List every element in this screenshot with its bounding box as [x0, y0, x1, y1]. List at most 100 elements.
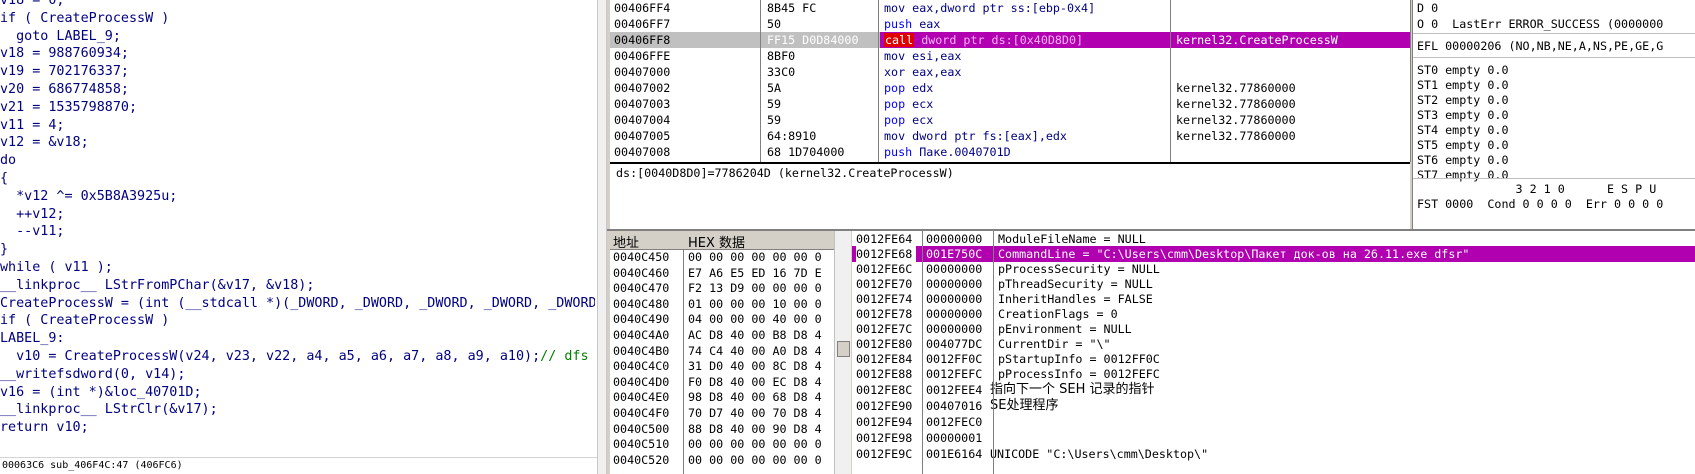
disasm-row[interactable]: 00406FFE 8BF0 mov esi,eax [610, 48, 1410, 64]
code-line[interactable]: } [0, 241, 595, 259]
code-line[interactable]: v18 = 988760934; [0, 45, 595, 63]
stack-row[interactable]: 0012FE70 00000000 pThreadSecurity = NULL [852, 276, 1695, 292]
code-text: v11 = 4; [0, 117, 65, 133]
dump-address: 0040C490 [613, 312, 670, 327]
disasm-mnemonic: call [884, 33, 915, 47]
code-line[interactable]: v10 = CreateProcessW(v24, v23, v22, a4, … [0, 348, 595, 366]
code-line[interactable]: { [0, 170, 595, 188]
dump-scrollbar[interactable] [834, 231, 851, 474]
register-line[interactable]: O 0 LastErr ERROR_SUCCESS (0000000 [1417, 16, 1663, 32]
code-line[interactable]: if ( CreateProcessW ) [0, 10, 595, 28]
stack-row[interactable]: 0012FE84 0012FF0C pStartupInfo = 0012FF0C [852, 351, 1695, 367]
stack-address: 0012FE9C [856, 447, 913, 461]
register-line[interactable]: EFL 00000206 (NO,NB,NE,A,NS,PE,GE,G [1417, 38, 1663, 54]
disasm-row[interactable]: 00406FF7 50 push eax [610, 16, 1410, 32]
dump-scrollbar-thumb[interactable] [837, 341, 850, 357]
code-line[interactable]: v16 = (int *)&loc_40701D; [0, 384, 595, 402]
dump-hex-bytes: 00 00 00 00 00 00 0 [688, 250, 822, 264]
code-line[interactable]: if ( CreateProcessW ) [0, 312, 595, 330]
register-line[interactable]: ST0 empty 0.0 [1417, 62, 1508, 78]
register-line[interactable]: FST 0000 Cond 0 0 0 0 Err 0 0 0 0 [1417, 196, 1663, 212]
stack-comment: InheritHandles = FALSE [998, 292, 1153, 306]
stack-row[interactable]: 0012FE64 00000000 ModuleFileName = NULL [852, 231, 1695, 247]
disasm-mnemonic: xor [884, 65, 906, 79]
code-line[interactable]: ++v12; [0, 206, 595, 224]
stack-comment: UNICODE "C:\Users\cmm\Desktop\" [990, 447, 1209, 461]
registers-pane[interactable]: D 0O 0 LastErr ERROR_SUCCESS (0000000 EFL… [1412, 0, 1695, 229]
disasm-row[interactable]: 00407004 59 pop ecx kernel32.77860000 [610, 112, 1410, 128]
disasm-row[interactable]: 00407008 68 1D704000 push Пакe.0040701D [610, 144, 1410, 160]
stack-value: 00000001 [926, 431, 983, 445]
stack-row[interactable]: 0012FE88 0012FEFC pProcessInfo = 0012FEFC [852, 366, 1695, 382]
dump-column-separator [683, 249, 684, 474]
register-line[interactable]: 3 2 1 0 E S P U [1417, 181, 1657, 197]
code-line[interactable]: --v11; [0, 223, 595, 241]
stack-row[interactable]: 0012FE9C 001E6164 UNICODE "C:\Users\cmm\De… [852, 446, 1695, 462]
stack-row[interactable]: 0012FE90 00407016 SE处理程序 [852, 398, 1695, 414]
register-line[interactable]: ST3 empty 0.0 [1417, 107, 1508, 123]
code-line[interactable]: while ( v11 ); [0, 259, 595, 277]
dump-address: 0040C4D0 [613, 374, 670, 389]
stack-comment: pProcessInfo = 0012FEFC [998, 367, 1160, 381]
disasm-address: 00407004 [614, 113, 671, 127]
code-text: __linkproc__ LStrFromPChar(&v17, &v18); [0, 277, 315, 293]
pseudocode-pane[interactable]: v18 = 0; if ( CreateProcessW ) goto LABEL… [0, 0, 597, 474]
disasm-bytes: 8B45 FC [767, 1, 817, 15]
code-line[interactable]: v19 = 702176337; [0, 63, 595, 81]
memory-dump-pane[interactable]: 地址 HEX 数据 0040C450 00 00 00 00 00 00 0 004… [610, 231, 850, 474]
code-line[interactable]: v12 = &v18; [0, 134, 595, 152]
register-separator [1413, 57, 1695, 58]
dump-hex-bytes: 01 00 00 00 10 00 0 [688, 296, 822, 311]
code-line[interactable]: v21 = 1535798870; [0, 99, 595, 117]
code-line[interactable]: __writefsdword(0, v14); [0, 366, 595, 384]
stack-address: 0012FE68 [856, 246, 917, 262]
disasm-mnemonic: pop [884, 113, 906, 127]
stack-row[interactable]: 0012FE8C 0012FEE4 指向下一个 SEH 记录的指针 [852, 382, 1695, 398]
disasm-bytes: 50 [767, 17, 782, 31]
code-text: return v10; [0, 420, 89, 436]
pane-splitter[interactable] [597, 0, 607, 474]
disasm-address: 00407002 [614, 81, 671, 95]
code-text: __writefsdword(0, v14); [0, 366, 186, 382]
code-line[interactable]: CreateProcessW = (int (__stdcall *)(_DWO… [0, 295, 595, 313]
disasm-row[interactable]: 00407000 33C0 xor eax,eax [610, 64, 1410, 80]
stack-pane[interactable]: 0012FE64 00000000 ModuleFileName = NULL 001… [852, 231, 1695, 474]
stack-row[interactable]: 0012FE7C 00000000 pEnvironment = NULL [852, 321, 1695, 337]
code-text: if ( CreateProcessW ) [0, 10, 170, 26]
code-line[interactable]: v18 = 0; [0, 0, 595, 10]
register-line[interactable]: ST6 empty 0.0 [1417, 152, 1508, 168]
disasm-operands: eax [912, 17, 941, 31]
stack-comment: CommandLine = "C:\Users\cmm\Desktop\Паке… [998, 247, 1470, 261]
disasm-row[interactable]: 00406FF8 FF15 D0D84000 call dword ptr ds:[… [610, 32, 1410, 48]
disasm-bytes: 8BF0 [767, 49, 796, 63]
code-line[interactable]: goto LABEL_9; [0, 28, 595, 46]
stack-row[interactable]: 0012FE78 00000000 CreationFlags = 0 [852, 306, 1695, 322]
disasm-row[interactable]: 00407005 64:8910 mov dword ptr fs:[eax],ed… [610, 128, 1410, 144]
disasm-row[interactable]: 00407003 59 pop ecx kernel32.77860000 [610, 96, 1410, 112]
disasm-row[interactable]: 00406FF4 8B45 FC mov eax,dword ptr ss:[ebp… [610, 0, 1410, 16]
disasm-row[interactable]: 00407002 5A pop edx kernel32.77860000 [610, 80, 1410, 96]
code-line[interactable]: LABEL_9: [0, 330, 595, 348]
code-line[interactable]: __linkproc__ LStrFromPChar(&v17, &v18); [0, 277, 595, 295]
code-line[interactable]: *v12 ^= 0x5B8A3925u; [0, 188, 595, 206]
disassembly-pane[interactable]: 00406FF4 8B45 FC mov eax,dword ptr ss:[ebp… [610, 0, 1411, 162]
register-line[interactable]: ST1 empty 0.0 [1417, 77, 1508, 93]
code-line[interactable]: v11 = 4; [0, 117, 595, 135]
register-line[interactable]: ST4 empty 0.0 [1417, 122, 1508, 138]
register-line[interactable]: ST2 empty 0.0 [1417, 92, 1508, 108]
code-text: v16 = (int *)&loc_40701D; [0, 384, 202, 400]
stack-row[interactable]: 0012FE74 00000000 InheritHandles = FALSE [852, 291, 1695, 307]
register-line[interactable]: ST5 empty 0.0 [1417, 137, 1508, 153]
stack-row[interactable]: 0012FE68 001E750C CommandLine = "C:\Users\… [852, 246, 1695, 262]
stack-row[interactable]: 0012FE6C 00000000 pProcessSecurity = NULL [852, 261, 1695, 277]
dump-address: 0040C4F0 [613, 406, 670, 420]
stack-row[interactable]: 0012FE98 00000001 [852, 430, 1695, 446]
stack-row[interactable]: 0012FE94 0012FEC0 [852, 414, 1695, 430]
code-line[interactable]: v20 = 686774858; [0, 81, 595, 99]
stack-row[interactable]: 0012FE80 004077DC CurrentDir = "\" [852, 336, 1695, 352]
code-line[interactable]: __linkproc__ LStrClr(&v17); [0, 401, 595, 419]
code-line[interactable]: return v10; [0, 419, 595, 437]
disasm-bytes: 5A [767, 81, 782, 95]
code-line[interactable]: do [0, 152, 595, 170]
register-line[interactable]: D 0 [1417, 0, 1438, 16]
